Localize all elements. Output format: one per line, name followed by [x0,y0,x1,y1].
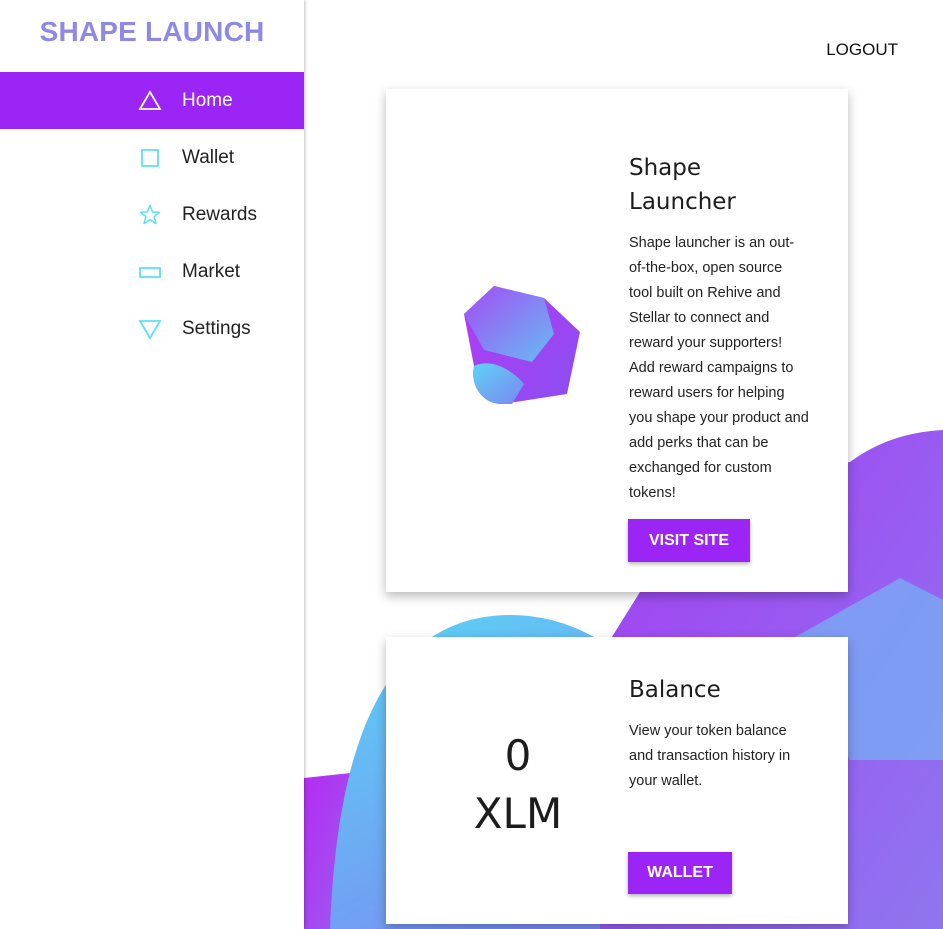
shape-launcher-card: Shape Launcher Shape launcher is an out-… [386,89,848,592]
sidebar-item-home[interactable]: Home [0,72,304,129]
logout-button[interactable]: LOGOUT [826,40,898,60]
gem-icon [464,286,580,404]
card-title: Shape Launcher [629,155,736,215]
wallet-button[interactable]: WALLET [628,852,732,894]
sidebar-item-label: Market [182,260,241,282]
triangle-icon [138,89,162,113]
sidebar-nav: Home Wallet Rewards Market Settings [0,72,304,357]
sidebar-item-rewards[interactable]: Rewards [0,186,304,243]
balance-card: 0 XLM Balance View your token balance an… [386,637,848,924]
balance-amount: 0 XLM [448,727,588,843]
card-description: Shape launcher is an out-of-the-box, ope… [629,235,809,501]
star-icon [138,203,162,227]
balance-currency: XLM [473,789,563,838]
sidebar-item-settings[interactable]: Settings [0,300,304,357]
sidebar-item-label: Home [182,89,233,111]
sidebar-item-label: Rewards [182,203,257,225]
card-description: View your token balance and transaction … [629,723,791,789]
card-title: Balance [629,677,721,703]
sidebar: SHAPE LAUNCH Home Wallet Rewards Market [0,0,304,929]
sidebar-item-wallet[interactable]: Wallet [0,129,304,186]
brand-title[interactable]: SHAPE LAUNCH [0,16,304,48]
square-icon [138,146,162,170]
rectangle-icon [138,260,162,284]
balance-value: 0 [504,731,532,780]
visit-site-button[interactable]: VISIT SITE [628,519,750,562]
inverted-triangle-icon [138,317,162,341]
sidebar-item-label: Settings [182,317,251,339]
sidebar-item-label: Wallet [182,146,235,168]
sidebar-item-market[interactable]: Market [0,243,304,300]
